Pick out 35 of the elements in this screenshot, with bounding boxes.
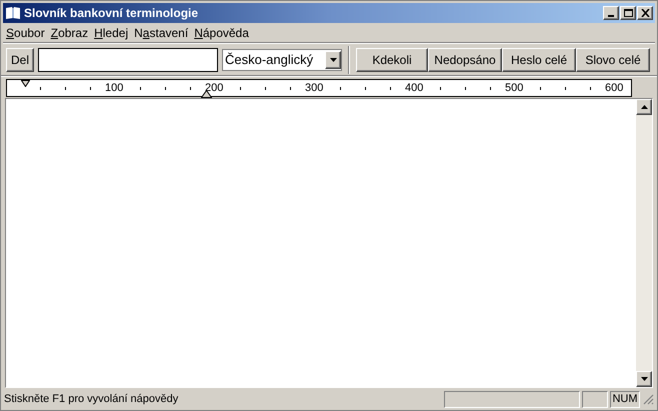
status-message: Stiskněte F1 pro vyvolání nápovědy	[4, 392, 180, 407]
mode-button[interactable]: Kdekoli	[356, 48, 428, 72]
menu-item[interactable]: Nápověda	[191, 24, 252, 42]
indent-marker-icon[interactable]	[21, 80, 30, 86]
close-icon	[640, 9, 650, 17]
book-icon	[5, 6, 21, 20]
mode-button[interactable]: Nedopsáno	[428, 48, 502, 72]
menu-item[interactable]: Zobraz	[48, 24, 92, 42]
window-title: Slovník bankovní terminologie	[24, 5, 200, 22]
scroll-down-icon[interactable]	[640, 377, 648, 381]
caret-icon	[330, 58, 336, 62]
ruler-label: 500	[505, 80, 524, 94]
ruler-label: 100	[105, 80, 124, 94]
status-panel	[582, 390, 608, 408]
scroll-up-icon[interactable]	[640, 105, 648, 109]
minimize-button[interactable]	[603, 6, 619, 20]
ruler-label: 600	[605, 80, 624, 94]
close-button[interactable]	[637, 6, 653, 20]
ruler-label: 400	[405, 80, 424, 94]
delete-button[interactable]: Del	[6, 48, 34, 72]
menu-item[interactable]: Soubor	[3, 24, 48, 42]
resize-grip-icon[interactable]	[642, 393, 654, 405]
mode-button[interactable]: Heslo celé	[502, 48, 576, 72]
menu-item[interactable]: Hledej	[91, 24, 132, 42]
num-lock-indicator: NUM	[610, 390, 640, 408]
mode-button[interactable]: Slovo celé	[576, 48, 650, 72]
vertical-scrollbar[interactable]	[636, 99, 652, 387]
language-dropdown[interactable]: Česko-anglický	[222, 48, 342, 70]
search-field[interactable]	[38, 48, 218, 72]
ruler-label: 200	[205, 80, 224, 94]
menu-item[interactable]: Nastavení	[131, 24, 192, 42]
maximize-button[interactable]	[620, 6, 636, 20]
maximize-icon	[624, 9, 632, 17]
tab-marker-icon[interactable]	[201, 90, 212, 98]
ruler-label: 300	[305, 80, 324, 94]
